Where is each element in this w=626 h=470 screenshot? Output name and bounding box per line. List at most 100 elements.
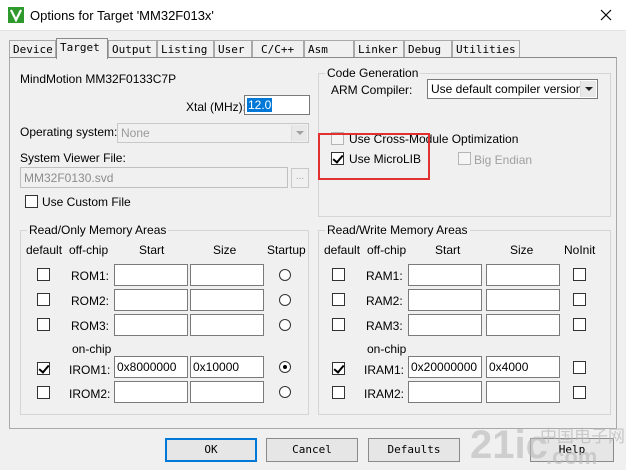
irom2-startup-radio[interactable]: [279, 386, 291, 398]
rom1-default-checkbox[interactable]: [37, 268, 50, 281]
ram2-noinit-checkbox[interactable]: [573, 293, 586, 306]
xtal-input[interactable]: 12.0: [244, 95, 310, 115]
ram3-noinit-checkbox[interactable]: [573, 318, 586, 331]
tab-label: Device: [13, 43, 53, 56]
iram1-noinit-checkbox[interactable]: [573, 361, 586, 374]
watermark-brand: 21ic: [470, 423, 548, 467]
ram3-size-input[interactable]: [486, 314, 560, 336]
rom1-startup-radio[interactable]: [279, 269, 291, 281]
svd-file-input[interactable]: MM32F0130.svd: [20, 167, 288, 188]
cancel-button[interactable]: Cancel: [266, 438, 358, 462]
big-endian-checkbox[interactable]: [458, 152, 471, 165]
rom3-default-checkbox[interactable]: [37, 318, 50, 331]
ram2-default-checkbox[interactable]: [332, 293, 345, 306]
ram1-size-input[interactable]: [486, 264, 560, 286]
tab-label: C/C++: [261, 43, 295, 56]
ram1-label: RAM1:: [366, 269, 403, 283]
tab-label: Asm: [308, 43, 328, 56]
iram2-size-input[interactable]: [486, 381, 560, 403]
iram1-size-value: 0x4000: [489, 360, 529, 374]
cancel-label: Cancel: [292, 443, 332, 456]
tab-label: Output: [112, 43, 152, 56]
ram2-start-input[interactable]: [408, 289, 482, 311]
xtal-label: Xtal (MHz):: [186, 100, 246, 114]
irom2-size-input[interactable]: [190, 381, 264, 403]
tab-label: Linker: [358, 43, 398, 56]
arm-compiler-select[interactable]: Use default compiler version 5: [427, 79, 598, 99]
rom-header-offchip: off-chip: [69, 243, 109, 257]
irom2-start-input[interactable]: [114, 381, 188, 403]
close-icon[interactable]: [596, 5, 616, 25]
rom1-start-input[interactable]: [114, 264, 188, 286]
irom1-label: IROM1:: [69, 363, 111, 377]
rom-header-size: Size: [213, 243, 237, 257]
ram-header-start: Start: [435, 243, 461, 257]
tab-c-cpp[interactable]: C/C++: [252, 40, 304, 58]
rom-header-default: default: [26, 243, 63, 257]
keil-app-icon: [8, 7, 24, 23]
tab-label: Debug: [408, 43, 442, 56]
use-custom-file-label: Use Custom File: [42, 195, 131, 209]
tab-utilities[interactable]: Utilities: [452, 40, 520, 58]
tab-target[interactable]: Target: [56, 38, 108, 59]
xtal-value: 12.0: [247, 98, 273, 112]
rom2-size-input[interactable]: [190, 289, 264, 311]
tab-device[interactable]: Device: [9, 40, 56, 58]
rom3-label: ROM3:: [71, 319, 110, 333]
ram2-size-input[interactable]: [486, 289, 560, 311]
rom-header-start: Start: [139, 243, 165, 257]
window-title: Options for Target 'MM32F013x': [30, 8, 214, 23]
defaults-button[interactable]: Defaults: [368, 438, 460, 462]
tab-label: Target: [60, 41, 100, 54]
rom2-startup-radio[interactable]: [279, 294, 291, 306]
site-watermark: 21ic 中国电子网 .com: [468, 418, 625, 469]
irom1-start-value: 0x8000000: [117, 360, 177, 374]
tab-label: Listing: [161, 43, 208, 56]
tab-label: User: [218, 43, 245, 56]
tab-listing[interactable]: Listing: [157, 40, 214, 58]
irom1-startup-radio[interactable]: [279, 361, 291, 373]
ram3-default-checkbox[interactable]: [332, 318, 345, 331]
os-select[interactable]: None: [117, 123, 309, 143]
rom1-size-input[interactable]: [190, 264, 264, 286]
ok-button[interactable]: OK: [165, 438, 257, 462]
rom3-size-input[interactable]: [190, 314, 264, 336]
iram1-start-input[interactable]: 0x20000000: [408, 356, 482, 378]
ram1-start-input[interactable]: [408, 264, 482, 286]
irom2-default-checkbox[interactable]: [37, 386, 50, 399]
tab-debug[interactable]: Debug: [404, 40, 452, 58]
iram1-default-checkbox[interactable]: [332, 362, 345, 375]
tab-asm[interactable]: Asm: [304, 40, 354, 58]
iram1-start-value: 0x20000000: [411, 360, 478, 374]
ram-onchip-label: on-chip: [367, 342, 407, 356]
ram1-default-checkbox[interactable]: [332, 268, 345, 281]
iram2-start-input[interactable]: [408, 381, 482, 403]
chevron-down-icon: [291, 125, 307, 141]
tab-strip: Device Target Output Listing User C/C++ …: [9, 38, 619, 59]
annotation-highlight-box: [318, 133, 430, 180]
rom-header-startup: Startup: [267, 243, 306, 257]
rom2-start-input[interactable]: [114, 289, 188, 311]
ram1-noinit-checkbox[interactable]: [573, 268, 586, 281]
use-custom-file-checkbox[interactable]: [25, 195, 38, 208]
irom1-default-checkbox[interactable]: [37, 362, 50, 375]
rom3-startup-radio[interactable]: [279, 319, 291, 331]
group-title: Read/Write Memory Areas: [325, 223, 470, 237]
tab-user[interactable]: User: [214, 40, 252, 58]
tab-output[interactable]: Output: [108, 40, 157, 58]
browse-button[interactable]: ...: [291, 168, 309, 188]
rom3-start-input[interactable]: [114, 314, 188, 336]
os-value: None: [121, 126, 150, 140]
irom1-start-input[interactable]: 0x8000000: [114, 356, 188, 378]
ram3-label: RAM3:: [366, 319, 403, 333]
tab-linker[interactable]: Linker: [354, 40, 404, 58]
iram2-default-checkbox[interactable]: [332, 386, 345, 399]
ram2-label: RAM2:: [366, 294, 403, 308]
rom2-default-checkbox[interactable]: [37, 293, 50, 306]
iram1-size-input[interactable]: 0x4000: [486, 356, 560, 378]
irom1-size-input[interactable]: 0x10000: [190, 356, 264, 378]
iram2-noinit-checkbox[interactable]: [573, 386, 586, 399]
irom2-label: IROM2:: [69, 387, 111, 401]
ram3-start-input[interactable]: [408, 314, 482, 336]
ram-header-offchip: off-chip: [367, 243, 407, 257]
